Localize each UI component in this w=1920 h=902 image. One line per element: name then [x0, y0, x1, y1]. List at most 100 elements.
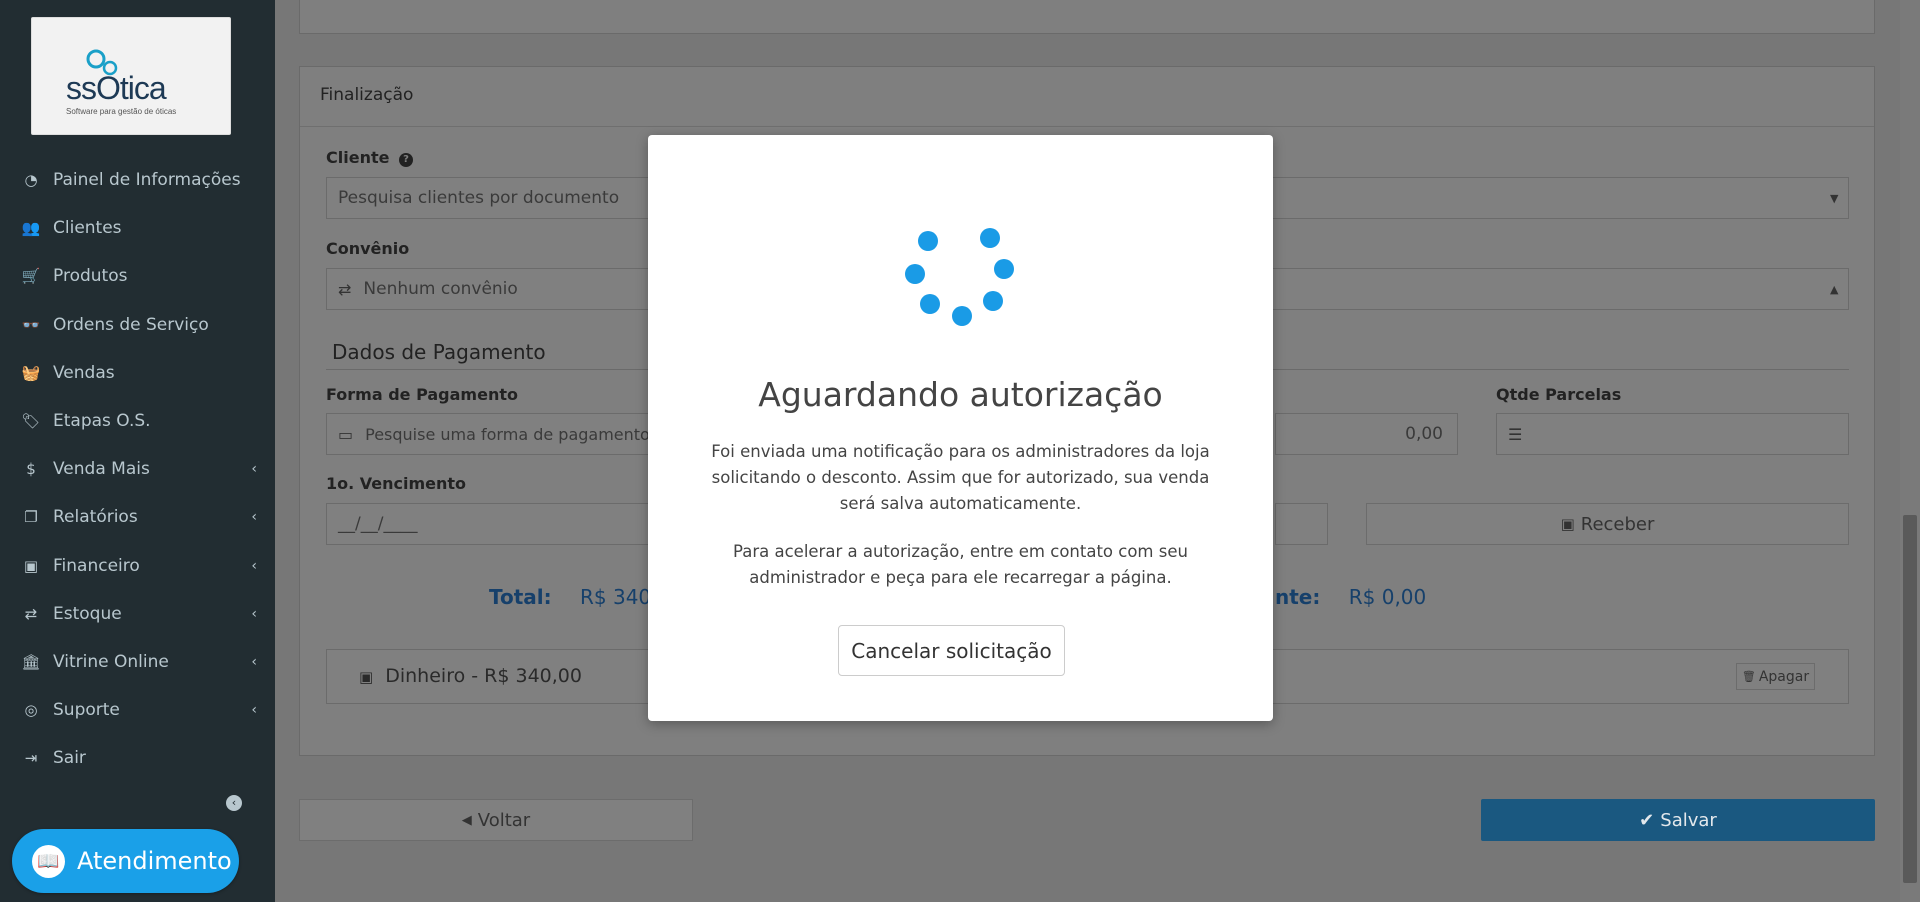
previous-panel [299, 0, 1875, 34]
payment-item-text: Dinheiro - R$ 340,00 [385, 665, 582, 687]
sign-out-icon: ⇥ [24, 749, 38, 768]
sidebar-item-label: Etapas O.S. [53, 411, 151, 432]
check-icon: ✔ [1639, 809, 1655, 831]
pagamento-section-title: Dados de Pagamento [332, 340, 546, 364]
qtde-parcelas-input[interactable]: ☰ [1496, 413, 1849, 455]
sidebar-item-relatorios[interactable]: ❐ Relatórios ‹ [0, 493, 275, 541]
sidebar-item-estoque[interactable]: ⇄ Estoque ‹ [0, 590, 275, 638]
sidebar-menu: ◔ Painel de Informações 👥 Clientes 🛒 Produtos… [0, 156, 275, 782]
atendimento-label: Atendimento [77, 847, 232, 875]
sidebar-item-label: Painel de Informações [53, 170, 241, 191]
glasses-icon: 👓 [21, 315, 41, 334]
sidebar-item-clientes[interactable]: 👥 Clientes [0, 204, 275, 252]
sidebar-item-label: Clientes [53, 218, 122, 239]
logo-tagline: Software para gestão de óticas [66, 107, 177, 116]
dashboard-icon: ◔ [24, 171, 38, 190]
credit-card-icon: ▭ [338, 424, 354, 444]
apagar-button[interactable]: 🗑 Apagar [1736, 663, 1815, 690]
sidebar-item-suporte[interactable]: ◎ Suporte ‹ [0, 686, 275, 734]
lifebuoy-icon: ◎ [24, 701, 38, 720]
panel-header: Finalização [300, 67, 1874, 127]
money-icon: ▣ [359, 668, 374, 686]
sidebar-item-venda-mais[interactable]: $ Venda Mais ‹ [0, 445, 275, 493]
valor-input[interactable]: 0,00 [1275, 413, 1458, 455]
cliente-label-text: Cliente [326, 148, 390, 167]
money-icon: ▣ [23, 556, 39, 575]
loading-spinner-icon [905, 228, 1014, 326]
chevron-left-icon: ‹ [251, 509, 257, 526]
cancel-request-button[interactable]: Cancelar solicitação [838, 625, 1065, 676]
exchange-icon: ⇄ [338, 279, 352, 299]
sidebar-item-financeiro[interactable]: ▣ Financeiro ‹ [0, 542, 275, 590]
store-icon: 🏛 [21, 652, 41, 671]
cart-icon: 🛒 [21, 267, 41, 286]
panel-title: Finalização [320, 85, 414, 105]
convenio-label: Convênio [326, 239, 410, 258]
sidebar-item-label: Venda Mais [53, 459, 150, 480]
salvar-label: Salvar [1660, 809, 1717, 831]
modal-paragraph-notification: Foi enviada uma notificação para os admi… [711, 442, 1210, 513]
sidebar-item-produtos[interactable]: 🛒 Produtos [0, 252, 275, 300]
valor-value: 0,00 [1405, 424, 1443, 444]
sidebar-item-label: Financeiro [53, 555, 140, 576]
authorization-modal: Aguardando autorização Foi enviada uma n… [648, 135, 1273, 721]
sidebar-item-ordens-de-servico[interactable]: 👓 Ordens de Serviço [0, 301, 275, 349]
forma-pagamento-label: Forma de Pagamento [326, 385, 518, 404]
chevron-down-icon: ▼ [1830, 192, 1839, 205]
cliente-placeholder: Pesquisa clientes por documento [338, 188, 620, 208]
voltar-label: Voltar [477, 809, 531, 831]
trash-icon: 🗑 [1741, 670, 1756, 683]
modal-title: Aguardando autorização [758, 375, 1163, 414]
page-scrollbar[interactable] [1900, 0, 1920, 902]
sidebar-item-vitrine-online[interactable]: 🏛 Vitrine Online ‹ [0, 638, 275, 686]
sidebar-item-label: Relatórios [53, 507, 138, 528]
chevron-left-icon: ‹ [251, 557, 257, 574]
basket-icon: 🧺 [21, 363, 41, 382]
chevron-left-icon: ‹ [251, 605, 257, 622]
arrow-left-icon: ◀ [461, 812, 472, 828]
forma-pagamento-placeholder: Pesquise uma forma de pagamento [365, 424, 650, 444]
sidebar-item-vendas[interactable]: 🧺 Vendas [0, 349, 275, 397]
sidebar-collapse-icon[interactable]: ‹ [226, 795, 242, 811]
apagar-label: Apagar [1758, 668, 1810, 685]
dollar-icon: $ [26, 460, 36, 479]
list-icon: ☰ [1508, 424, 1523, 444]
sidebar-item-label: Vitrine Online [53, 651, 169, 672]
exchange-icon: ⇄ [24, 604, 38, 623]
restante-value: R$ 0,00 [1348, 585, 1427, 609]
copy-icon: ❐ [24, 508, 38, 527]
qtde-parcelas-label: Qtde Parcelas [1496, 385, 1622, 404]
convenio-value: Nenhum convênio [363, 279, 518, 299]
money-icon: ▣ [1560, 515, 1575, 533]
sidebar-item-label: Suporte [53, 700, 120, 721]
sidebar: ssOtica Software para gestão de óticas ◔… [0, 0, 275, 902]
sidebar-item-label: Ordens de Serviço [53, 314, 209, 335]
restante-summary: nte: R$ 0,00 [1275, 585, 1426, 609]
payment-item: ▣ Dinheiro - R$ 340,00 [359, 665, 582, 687]
sidebar-item-sair[interactable]: ⇥ Sair [0, 734, 275, 782]
vencimento-side-field[interactable] [1275, 503, 1328, 545]
book-icon: 📖 [32, 844, 65, 878]
sidebar-item-label: Sair [53, 748, 86, 769]
vencimento-label: 1o. Vencimento [326, 474, 467, 493]
scrollbar-thumb[interactable] [1903, 515, 1917, 883]
chevron-left-icon: ‹ [251, 461, 257, 478]
salvar-button[interactable]: ✔ Salvar [1481, 799, 1875, 841]
brand-logo[interactable]: ssOtica Software para gestão de óticas [31, 17, 231, 135]
sidebar-item-etapas-o-s[interactable]: 🏷 Etapas O.S. [0, 397, 275, 445]
chevron-left-icon: ‹ [251, 702, 257, 719]
sidebar-item-label: Produtos [53, 266, 128, 287]
modal-paragraph-instructions: Para acelerar a autorização, entre em co… [733, 542, 1188, 587]
sidebar-item-painel-de-informacoes[interactable]: ◔ Painel de Informações [0, 156, 275, 204]
cliente-label: Cliente ? [326, 148, 414, 167]
voltar-button[interactable]: ◀ Voltar [299, 799, 693, 841]
help-icon[interactable]: ? [399, 153, 414, 167]
chevron-left-icon: ‹ [251, 653, 257, 670]
users-icon: 👥 [21, 219, 41, 238]
atendimento-button[interactable]: 📖 Atendimento [12, 829, 239, 893]
restante-label: nte: [1275, 585, 1321, 609]
vencimento-placeholder: __/__/____ [338, 514, 418, 534]
receber-button[interactable]: ▣ Receber [1366, 503, 1849, 545]
tag-icon: 🏷 [21, 412, 41, 431]
chevron-up-icon: ▲ [1830, 283, 1839, 296]
